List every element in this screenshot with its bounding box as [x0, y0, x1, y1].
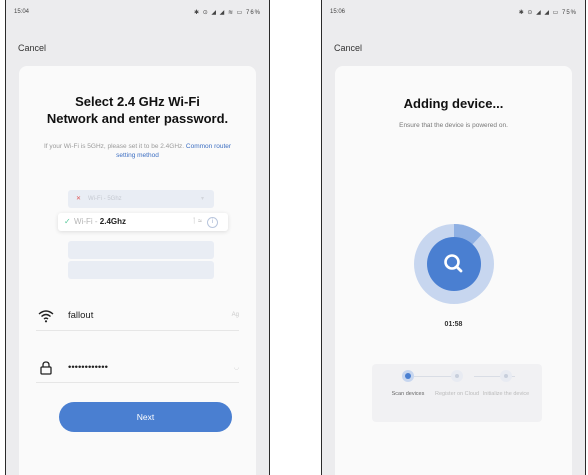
cancel-button[interactable]: Cancel — [18, 43, 46, 53]
status-bar: 15:06 ✱ ⊙ ◢ ◢ ▭ 75% — [322, 8, 585, 20]
eye-icon[interactable]: ◡ — [234, 364, 239, 371]
wifi-switch-label[interactable]: Ag — [232, 312, 239, 318]
wifi-5g-row: ✕ Wi-Fi - 5Ghz ▾ — [68, 190, 214, 208]
password-value: •••••••••••• — [68, 362, 108, 373]
wifi-setup-screen: 15:04 ✱ ⊙ ◢ ◢ ≋ ▭ 76% Cancel Select 2.4 … — [5, 0, 270, 475]
step-label: Initialize the device — [482, 391, 530, 397]
lock-icon — [40, 361, 52, 375]
step-register-cloud: Register on Cloud — [433, 370, 481, 398]
step-indicator — [500, 370, 512, 382]
wifi-24g-row: ✓ Wi-Fi - 2.4Ghz ᛙ ≈ i — [58, 213, 228, 231]
wifi-name-field[interactable]: fallout Ag — [36, 304, 239, 331]
status-bar: 15:04 ✱ ⊙ ◢ ◢ ≋ ▭ 76% — [6, 8, 269, 20]
wifi-signal-icon: ᛙ ≈ — [192, 218, 202, 225]
step-indicator — [402, 370, 414, 382]
wifi-hint: If your Wi-Fi is 5GHz, please set it to … — [42, 142, 233, 160]
wifi-placeholder-row — [68, 261, 214, 279]
wifi-name-value: fallout — [68, 310, 94, 321]
wifi-placeholder-row — [68, 241, 214, 259]
step-scan-devices: Scan devices — [384, 370, 432, 398]
step-indicator — [451, 370, 463, 382]
wifi-5g-label: Wi-Fi - 5Ghz — [88, 196, 122, 202]
status-time: 15:04 — [14, 9, 30, 15]
wifi-hint-text: If your Wi-Fi is 5GHz, please set it to … — [43, 143, 185, 150]
status-time: 15:06 — [330, 9, 346, 15]
step-initialize-device: Initialize the device — [482, 370, 530, 398]
info-icon: i — [207, 217, 218, 228]
scan-progress-ring — [414, 224, 494, 304]
title-line-2: Network and enter password. — [46, 111, 229, 126]
title-line-1: Select 2.4 GHz Wi-Fi — [75, 94, 200, 109]
countdown-timer: 01:58 — [444, 321, 463, 328]
cancel-button[interactable]: Cancel — [334, 43, 362, 53]
step-label: Scan devices — [391, 391, 425, 397]
status-icons: ✱ ⊙ ◢ ◢ ≋ ▭ 76% — [194, 10, 261, 16]
page-title: Select 2.4 GHz Wi-Fi Network and enter p… — [6, 93, 269, 127]
next-button[interactable]: Next — [59, 402, 232, 432]
wifi-icon — [38, 310, 54, 323]
cross-icon: ✕ — [76, 196, 82, 202]
progress-steps: Scan devices Register on Cloud Initializ… — [372, 364, 542, 422]
wifi-band-illustration: ✕ Wi-Fi - 5Ghz ▾ ✓ Wi-Fi - 2.4Ghz ᛙ ≈ i — [58, 186, 228, 288]
password-field[interactable]: •••••••••••• ◡ — [36, 356, 239, 383]
page-title: Adding device... — [403, 96, 504, 111]
adding-device-screen: 15:06 ✱ ⊙ ◢ ◢ ▭ 75% Cancel Adding device… — [321, 0, 586, 475]
status-icons: ✱ ⊙ ◢ ◢ ▭ 75% — [518, 10, 577, 16]
wifi-signal-icon: ▾ — [200, 196, 204, 202]
check-icon: ✓ — [64, 217, 71, 226]
wifi-24g-label: Wi-Fi - 2.4Ghz — [74, 217, 126, 226]
step-label: Register on Cloud — [434, 391, 480, 397]
page-subtitle: Ensure that the device is powered on. — [399, 122, 508, 129]
